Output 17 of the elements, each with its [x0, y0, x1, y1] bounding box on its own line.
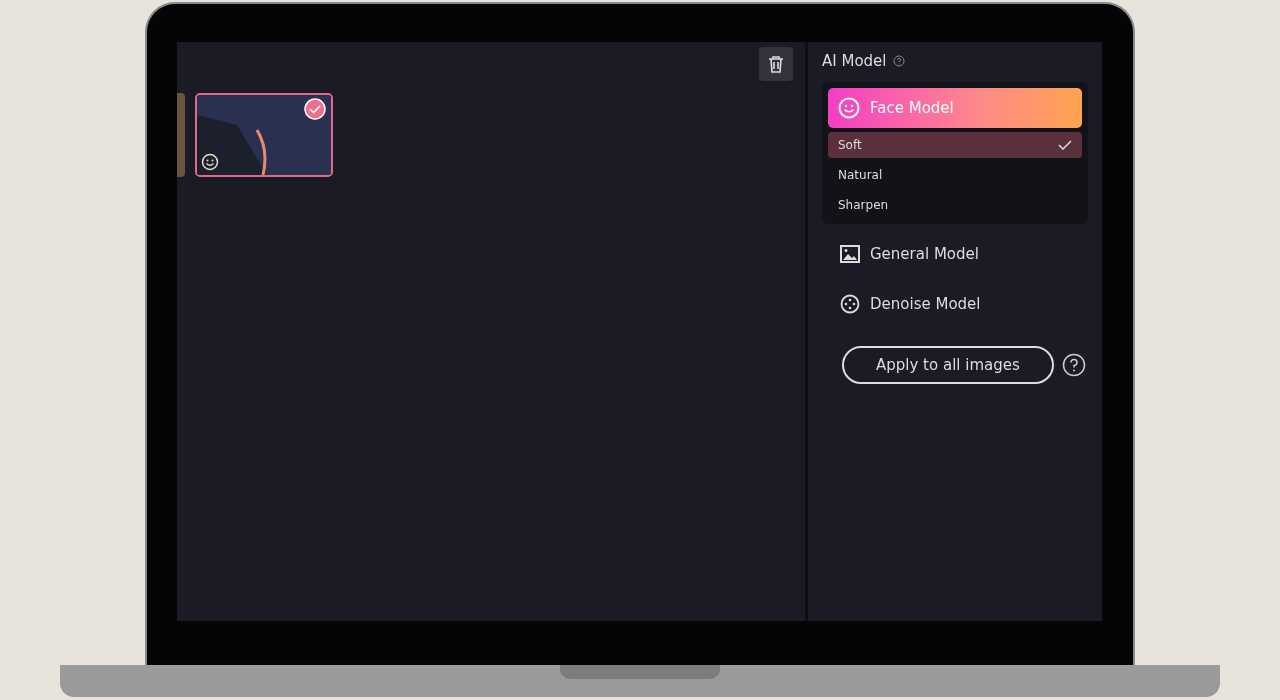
preset-option[interactable]: Sharpen	[828, 192, 1082, 218]
preset-option[interactable]: Natural	[828, 162, 1082, 188]
preset-option[interactable]: Soft	[828, 132, 1082, 158]
checkmark-icon	[1058, 140, 1072, 150]
image-icon	[840, 245, 860, 263]
check-icon	[304, 98, 326, 120]
smiley-icon	[201, 153, 219, 171]
model-option[interactable]: General Model	[822, 234, 1088, 274]
panel-title: AI Model	[822, 52, 887, 70]
model-option[interactable]: Denoise Model	[822, 284, 1088, 324]
apply-button[interactable]: Apply to all images	[842, 346, 1054, 384]
help-icon[interactable]	[1061, 353, 1086, 377]
trash-icon	[768, 55, 784, 73]
smiley-icon	[838, 97, 860, 119]
photo-thumbnail[interactable]	[177, 93, 185, 177]
dotted-circle-icon	[840, 294, 860, 314]
delete-button[interactable]	[759, 47, 793, 81]
